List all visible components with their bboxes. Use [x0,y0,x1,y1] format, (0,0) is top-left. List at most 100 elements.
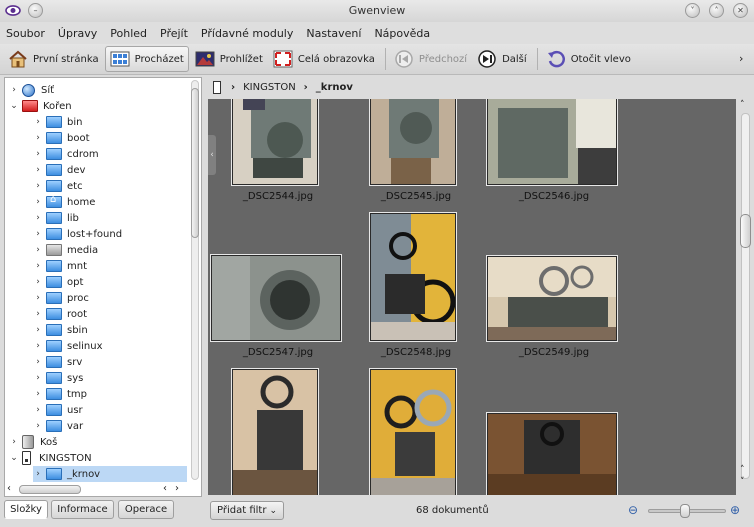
tree-item-etc[interactable]: › etc [33,178,183,194]
scroll-thumb[interactable] [19,485,81,494]
tree-item-network[interactable]: › Síť [9,82,187,98]
close-button[interactable]: ✕ [733,3,748,18]
tree-item-cdrom[interactable]: › cdrom [33,146,183,162]
thumbnail-item[interactable]: _DSC2549.jpg [484,213,644,367]
expand-arrow-icon[interactable]: › [33,373,43,383]
zoom-in-icon[interactable]: ⊕ [730,503,740,517]
expand-arrow-icon[interactable]: › [33,277,43,287]
tree-item-sbin[interactable]: › sbin [33,322,183,338]
scroll-up-icon[interactable]: ˄ [740,100,745,110]
scroll-thumb[interactable] [191,88,199,238]
expand-arrow-icon[interactable]: › [33,133,43,143]
tab-folders[interactable]: Složky [4,500,48,519]
thumbnail-vertical-scrollbar[interactable]: ˄ ˄ ˅ [736,99,754,495]
expand-arrow-icon[interactable]: › [33,245,43,255]
expand-arrow-icon[interactable]: › [33,261,43,271]
menu-view[interactable]: Pohled [110,27,147,40]
tree-item-usr[interactable]: › usr [33,402,183,418]
menu-plugins[interactable]: Přídavné moduly [201,27,293,40]
tab-operations[interactable]: Operace [118,500,174,519]
tree-item-sys[interactable]: › sys [33,370,183,386]
browse-button[interactable]: Procházet [104,46,189,72]
tree-horizontal-scrollbar[interactable]: ‹ ‹ › [7,483,187,495]
scroll-thumb[interactable] [740,214,751,248]
tree-item-bin[interactable]: › bin [33,114,183,130]
scroll-up-icon[interactable]: ˄ [740,465,745,475]
collapse-arrow-icon[interactable]: ⌄ [9,453,19,463]
zoom-out-icon[interactable]: ⊖ [628,503,638,517]
expand-arrow-icon[interactable]: › [33,181,43,191]
tree-item-srv[interactable]: › srv [33,354,183,370]
tree-item-mnt[interactable]: › mnt [33,258,183,274]
thumbnail-item[interactable] [346,369,506,495]
thumbnail-item[interactable]: _DSC2547.jpg [208,213,348,367]
breadcrumb-item-folder[interactable]: _krnov [316,82,353,93]
rotate-left-button[interactable]: Otočit vlevo [542,46,635,72]
tree-item-kingston[interactable]: ⌄ KINGSTON [9,450,187,466]
expand-arrow-icon[interactable]: › [33,165,43,175]
scroll-down-icon[interactable]: ˅ [740,477,745,487]
scroll-right-icon[interactable]: › [175,483,179,494]
tree-item-var[interactable]: › var [33,418,183,434]
menu-edit[interactable]: Úpravy [58,27,97,40]
toolbar-overflow-icon[interactable]: › [739,52,743,65]
breadcrumb-item-device[interactable]: KINGSTON [243,82,296,93]
home-button[interactable]: První stránka [4,46,103,72]
thumbnail-item[interactable]: _DSC2545.jpg [346,99,506,209]
menu-settings[interactable]: Nastavení [306,27,361,40]
expand-arrow-icon[interactable]: › [9,437,19,447]
thumbnail-view[interactable]: ‹ _DSC2544.jpg _DSC2545.jpg _DSC2546.jpg… [208,99,736,495]
thumbnail-item[interactable] [208,369,348,495]
expand-arrow-icon[interactable]: › [33,357,43,367]
expand-arrow-icon[interactable]: › [33,325,43,335]
breadcrumb: › KINGSTON › _krnov [208,76,754,98]
tree-item-opt[interactable]: › opt [33,274,183,290]
tree-item-tmp[interactable]: › tmp [33,386,183,402]
tree-item-media[interactable]: › media [33,242,183,258]
tree-item-boot[interactable]: › boot [33,130,183,146]
previous-button[interactable]: Předchozí [390,46,471,72]
expand-arrow-icon[interactable]: › [9,85,19,95]
add-filter-button[interactable]: Přidat filtr ⌄ [210,501,284,520]
tree-vertical-scrollbar[interactable] [189,80,200,480]
tree-item-lost-found[interactable]: › lost+found [33,226,183,242]
expand-arrow-icon[interactable]: › [33,197,43,207]
tree-item-lib[interactable]: › lib [33,210,183,226]
expand-arrow-icon[interactable]: › [33,389,43,399]
expand-arrow-icon[interactable]: › [33,293,43,303]
next-button[interactable]: Další [473,46,531,72]
collapse-arrow-icon[interactable]: ⌄ [9,101,19,111]
expand-arrow-icon[interactable]: › [33,421,43,431]
view-button[interactable]: Prohlížet [191,46,267,72]
tree-item-dev[interactable]: › dev [33,162,183,178]
menu-help[interactable]: Nápověda [374,27,430,40]
scroll-left-icon[interactable]: ‹ [163,483,167,494]
thumbnail-item[interactable]: _DSC2548.jpg [346,213,506,367]
tree-item-home[interactable]: › home [33,194,183,210]
expand-arrow-icon[interactable]: › [33,117,43,127]
fullscreen-button[interactable]: Celá obrazovka [269,46,379,72]
thumbnail-item[interactable]: _DSC2546.jpg [484,99,644,209]
home-folder-icon [46,194,62,208]
tree-item-proc[interactable]: › proc [33,290,183,306]
expand-arrow-icon[interactable]: › [33,405,43,415]
tab-info[interactable]: Informace [51,500,114,519]
tree-item-root-dir[interactable]: › root [33,306,183,322]
tree-item-root[interactable]: ⌄ Kořen [9,98,187,114]
scroll-left-icon[interactable]: ‹ [7,483,11,494]
minimize-button[interactable]: ˅ [685,3,700,18]
expand-arrow-icon[interactable]: › [33,149,43,159]
expand-arrow-icon[interactable]: › [33,469,43,479]
menu-go[interactable]: Přejít [160,27,188,40]
expand-arrow-icon[interactable]: › [33,213,43,223]
maximize-button[interactable]: ˄ [709,3,724,18]
expand-arrow-icon[interactable]: › [33,341,43,351]
expand-arrow-icon[interactable]: › [33,309,43,319]
tree-item-selinux[interactable]: › selinux [33,338,183,354]
expand-arrow-icon[interactable]: › [33,229,43,239]
menu-file[interactable]: Soubor [6,27,45,40]
zoom-slider-handle[interactable] [679,504,690,518]
thumbnail-item[interactable] [484,369,644,495]
tree-item-trash[interactable]: › Koš [9,434,187,450]
tree-item-krnov[interactable]: › _krnov [33,466,187,482]
